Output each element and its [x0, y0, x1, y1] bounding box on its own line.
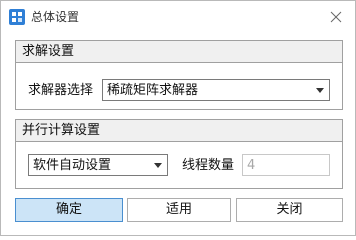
solver-select[interactable]: 稀疏矩阵求解器 [102, 79, 330, 101]
chevron-down-icon [316, 88, 324, 93]
chevron-down-icon [154, 163, 162, 168]
app-grid-icon [9, 9, 25, 25]
close-button[interactable]: 关闭 [236, 198, 343, 222]
close-window-button[interactable] [325, 6, 347, 28]
thread-count-label: 线程数量 [182, 158, 235, 173]
parallel-settings-header: 并行计算设置 [16, 120, 342, 142]
solver-select-label: 求解器选择 [28, 83, 94, 98]
thread-count-value: 4 [247, 158, 256, 173]
parallel-mode-select[interactable]: 软件自动设置 [28, 154, 168, 176]
parallel-mode-value: 软件自动设置 [33, 158, 112, 173]
apply-button[interactable]: 适用 [127, 198, 231, 222]
solver-settings-header: 求解设置 [16, 41, 342, 63]
settings-dialog: 总体设置 求解设置 求解器选择 稀疏矩阵求解器 并行计算设置 软件自动设置 线程… [0, 0, 356, 236]
solver-select-value: 稀疏矩阵求解器 [107, 83, 199, 98]
title-bar: 总体设置 [1, 1, 355, 33]
ok-button[interactable]: 确定 [15, 198, 123, 222]
close-icon [330, 11, 342, 23]
window-title: 总体设置 [31, 10, 80, 24]
solver-settings-group: 求解设置 求解器选择 稀疏矩阵求解器 [15, 40, 343, 110]
parallel-settings-group: 并行计算设置 软件自动设置 线程数量 4 [15, 119, 343, 189]
thread-count-field[interactable]: 4 [242, 154, 330, 176]
